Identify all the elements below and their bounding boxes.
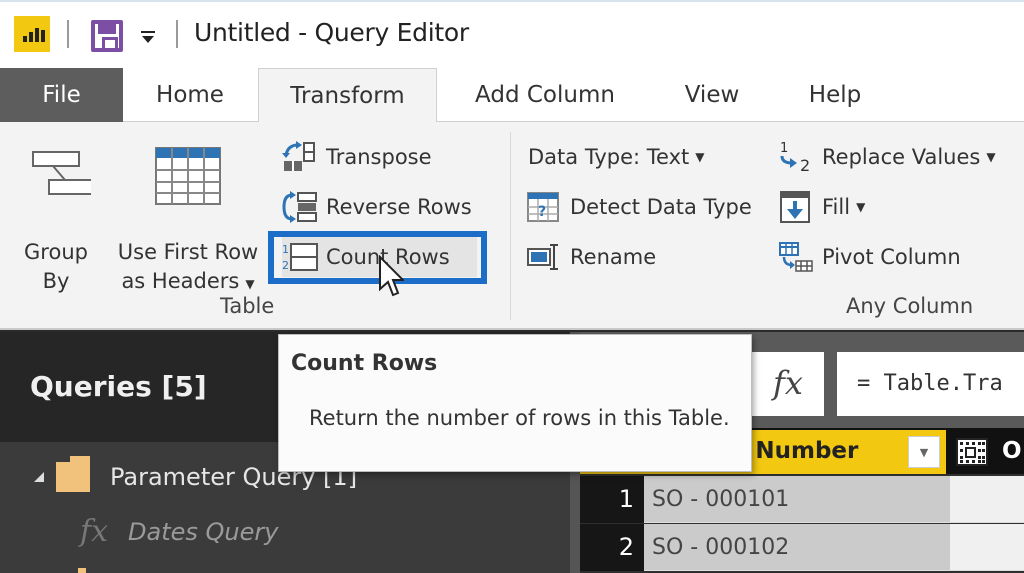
any-column-group-label: Any Column — [846, 294, 974, 318]
detect-data-type-icon: ? — [526, 191, 562, 223]
title-separator — [176, 20, 178, 48]
group-by-icon — [32, 151, 96, 195]
group-by-label-2: By — [42, 269, 70, 293]
tab-view[interactable]: View — [670, 68, 754, 122]
tab-add-column[interactable]: Add Column — [460, 68, 630, 122]
transpose-label: Transpose — [326, 145, 432, 169]
pivot-column-button[interactable]: Pivot Column — [778, 237, 961, 277]
fx-button[interactable]: fx — [752, 352, 824, 416]
folder-icon — [56, 456, 90, 492]
table-headers-icon — [155, 147, 221, 205]
table-cell[interactable]: SO - 000102 — [644, 524, 950, 571]
svg-text:?: ? — [538, 204, 546, 220]
use-first-row-label-1: Use First Row — [117, 240, 259, 264]
chevron-down-icon: ▼ — [245, 277, 255, 291]
chevron-down-icon: ▼ — [986, 150, 996, 164]
detect-data-type-label: Detect Data Type — [570, 195, 752, 219]
table-row: 1 SO - 000101 — [580, 476, 1024, 524]
tab-help[interactable]: Help — [795, 68, 875, 122]
title-separator — [67, 20, 69, 48]
svg-text:2: 2 — [800, 156, 810, 173]
tooltip: Count Rows Return the number of rows in … — [278, 334, 752, 472]
column-header-label: r Number — [736, 438, 859, 464]
rename-label: Rename — [570, 245, 657, 269]
data-type-dropdown[interactable]: Data Type: Text ▼ — [528, 137, 705, 177]
svg-text:1: 1 — [780, 141, 788, 156]
rename-icon — [526, 241, 562, 273]
table-row: 2 SO - 000102 — [580, 524, 1024, 572]
reverse-rows-label: Reverse Rows — [326, 195, 472, 219]
tab-file[interactable]: File — [0, 68, 123, 122]
reverse-rows-icon — [282, 191, 318, 223]
power-bi-icon — [14, 16, 50, 52]
ribbon-panel: Group By Use First Row as Headers ▼ Tran… — [0, 122, 1024, 330]
chevron-down-icon: ▼ — [695, 150, 705, 164]
mouse-cursor-icon — [379, 255, 404, 297]
save-icon[interactable] — [91, 20, 123, 52]
row-number: 1 — [580, 476, 644, 523]
column-header-label[interactable]: O — [1002, 438, 1022, 464]
pivot-column-icon — [778, 241, 814, 273]
replace-values-button[interactable]: 1 2 Replace Values ▼ — [778, 137, 996, 177]
replace-values-label: Replace Values — [822, 145, 981, 169]
rename-button[interactable]: Rename — [526, 237, 656, 277]
table-cell[interactable]: SO - 000101 — [644, 476, 950, 523]
tree-item-label: Dates Query — [128, 517, 279, 546]
column-filter-dropdown[interactable]: ▼ — [908, 436, 940, 468]
formula-input[interactable]: = Table.Tra — [837, 352, 1024, 416]
table-cell[interactable] — [950, 524, 1024, 571]
title-bar: Untitled - Query Editor — [0, 0, 1024, 68]
tab-home[interactable]: Home — [140, 68, 240, 122]
fill-label: Fill — [822, 195, 851, 219]
group-by-label-1: Group — [24, 240, 88, 264]
tooltip-title: Count Rows — [291, 351, 438, 376]
customize-quick-access-icon[interactable] — [138, 26, 158, 48]
transpose-button[interactable]: Transpose — [282, 137, 432, 177]
group-separator — [510, 132, 511, 320]
chevron-down-icon: ▼ — [856, 200, 866, 214]
folder-icon — [78, 568, 86, 573]
tree-item-dates-query[interactable]: fx Dates Query — [80, 514, 278, 549]
row-number: 2 — [580, 524, 644, 571]
replace-values-icon: 1 2 — [778, 141, 814, 175]
function-icon: fx — [80, 514, 109, 549]
expand-arrow-icon[interactable] — [34, 472, 44, 482]
fill-button[interactable]: Fill ▼ — [778, 187, 865, 227]
window-title: Untitled - Query Editor — [194, 18, 469, 47]
reverse-rows-button[interactable]: Reverse Rows — [282, 187, 472, 227]
use-first-row-as-headers-button[interactable]: Use First Row as Headers ▼ — [108, 146, 268, 299]
data-type-label: Data Type: Text — [528, 145, 690, 169]
fill-down-icon — [778, 191, 814, 223]
tab-transform[interactable]: Transform — [258, 68, 437, 124]
table-cell[interactable] — [950, 476, 1024, 523]
group-by-button[interactable]: Group By — [14, 146, 98, 296]
queries-title: Queries [5] — [30, 370, 207, 403]
ribbon-tabs: File Home Transform Add Column View Help — [0, 68, 1024, 124]
detect-data-type-button[interactable]: ? Detect Data Type — [526, 187, 752, 227]
transpose-icon — [282, 141, 318, 173]
pivot-column-label: Pivot Column — [822, 245, 961, 269]
tooltip-body: Return the number of rows in this Table. — [309, 406, 730, 430]
table-type-icon[interactable] — [956, 438, 988, 466]
table-group-label: Table — [220, 294, 275, 318]
use-first-row-label-2: as Headers — [121, 269, 240, 293]
